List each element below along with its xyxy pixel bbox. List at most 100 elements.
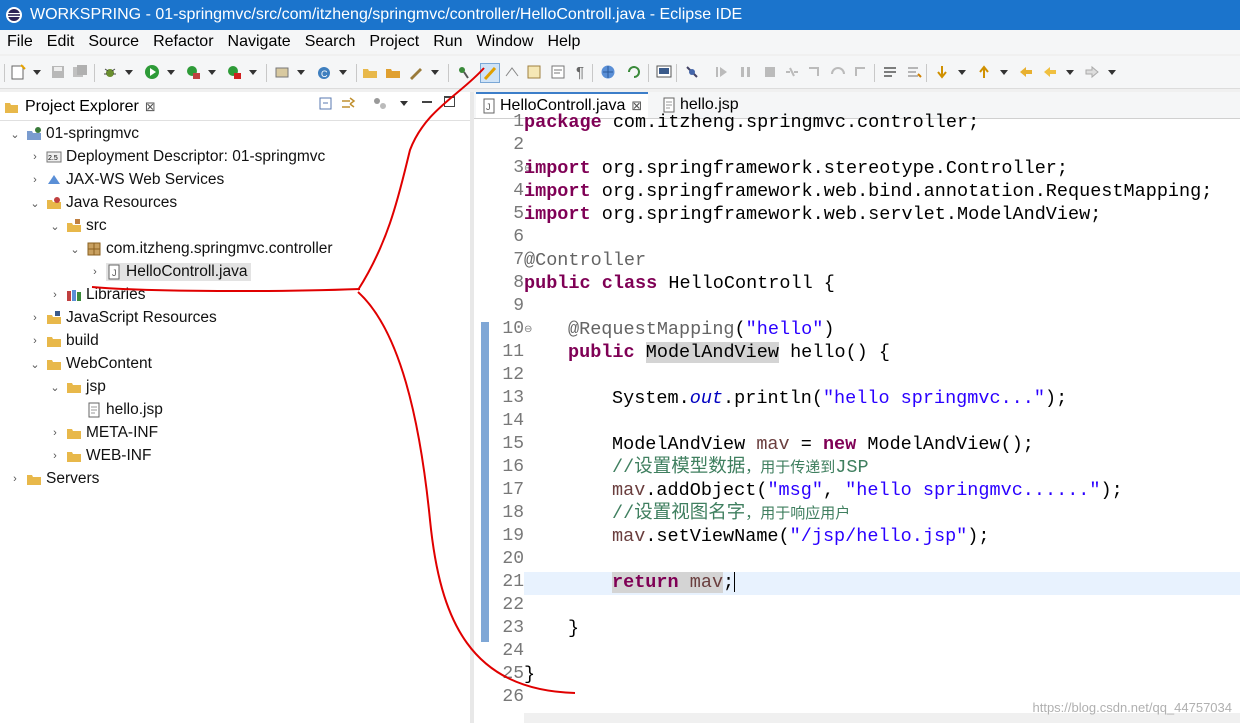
previous-annotation-icon[interactable] xyxy=(976,64,992,80)
code-line-7: @Controller xyxy=(524,250,647,271)
console-icon[interactable] xyxy=(656,64,672,80)
new-java-class-icon[interactable]: C xyxy=(316,64,332,80)
tree-item-jsp-folder[interactable]: ⌄ jsp xyxy=(48,376,105,398)
external-tools-dropdown-icon[interactable] xyxy=(249,70,257,75)
expand-toggle-icon[interactable]: › xyxy=(48,289,62,301)
run-server-icon[interactable] xyxy=(185,64,201,80)
back-dropdown-icon[interactable] xyxy=(1066,70,1074,75)
new-server-dropdown-icon[interactable] xyxy=(297,70,305,75)
new-server-icon[interactable] xyxy=(274,64,290,80)
save-icon[interactable] xyxy=(50,64,66,80)
open-task-icon[interactable] xyxy=(408,64,424,80)
tree-item-package[interactable]: ⌄ com.itzheng.springmvc.controller xyxy=(68,238,332,260)
tree-item-build[interactable]: › build xyxy=(28,330,99,352)
filter-icon[interactable] xyxy=(372,96,388,112)
tree-item-src[interactable]: ⌄ src xyxy=(48,215,106,237)
fold-collapse-icon[interactable]: ⊖ xyxy=(524,318,532,341)
mark-occurrences-icon[interactable] xyxy=(480,63,500,83)
run-dropdown-icon[interactable] xyxy=(167,70,175,75)
line-number: 12 xyxy=(502,365,524,385)
web-browser-icon[interactable] xyxy=(600,64,616,80)
toggle-breadcrumb-icon[interactable] xyxy=(456,64,472,80)
word-wrap-icon[interactable] xyxy=(550,64,566,80)
expand-toggle-icon[interactable]: ⌄ xyxy=(68,243,82,256)
external-tools-icon[interactable] xyxy=(226,64,242,80)
task-dropdown-icon[interactable] xyxy=(431,70,439,75)
expand-toggle-icon[interactable]: › xyxy=(48,427,62,439)
new-dropdown-icon[interactable] xyxy=(33,70,41,75)
tree-item-java-resources[interactable]: ⌄ Java Resources xyxy=(28,192,177,214)
expand-toggle-icon[interactable]: › xyxy=(28,335,42,347)
menu-navigate[interactable]: Navigate xyxy=(228,33,291,51)
forward-icon[interactable] xyxy=(1084,64,1100,80)
tree-item-hello-jsp[interactable]: hello.jsp xyxy=(86,399,163,421)
menu-help[interactable]: Help xyxy=(547,33,580,51)
menu-window[interactable]: Window xyxy=(477,33,534,51)
run-server-dropdown-icon[interactable] xyxy=(208,70,216,75)
menu-run[interactable]: Run xyxy=(433,33,462,51)
tree-item-hellocontroll-java[interactable]: › J HelloControll.java xyxy=(88,261,252,283)
minimize-icon[interactable] xyxy=(422,101,432,103)
show-whitespace-icon[interactable] xyxy=(504,64,520,80)
expand-toggle-icon[interactable]: › xyxy=(48,450,62,462)
menu-file[interactable]: File xyxy=(7,33,33,51)
expand-toggle-icon[interactable]: ⌄ xyxy=(28,358,42,371)
tree-item-web-inf[interactable]: › WEB-INF xyxy=(48,445,151,467)
close-icon[interactable]: ⊠ xyxy=(145,99,156,115)
menu-project[interactable]: Project xyxy=(369,33,419,51)
new-class-dropdown-icon[interactable] xyxy=(339,70,347,75)
java-file-icon: J xyxy=(106,264,122,280)
code-line-11: public ModelAndView hello() { xyxy=(568,342,890,363)
web-services-icon xyxy=(46,172,62,188)
tree-item-libraries[interactable]: › Libraries xyxy=(48,284,145,306)
back-icon[interactable] xyxy=(1042,64,1058,80)
skip-breakpoints-icon[interactable] xyxy=(684,64,700,80)
menu-source[interactable]: Source xyxy=(88,33,139,51)
tree-item-javascript-resources[interactable]: › JavaScript Resources xyxy=(28,307,217,329)
tree-item-deployment-descriptor[interactable]: › 2.5 Deployment Descriptor: 01-springmv… xyxy=(28,146,325,168)
save-all-icon[interactable] xyxy=(72,64,88,80)
expand-toggle-icon[interactable]: › xyxy=(28,174,42,186)
open-type-icon[interactable] xyxy=(362,64,378,80)
pilcrow-icon[interactable]: ¶ xyxy=(572,64,588,81)
expand-toggle-icon[interactable]: ⌄ xyxy=(48,220,62,233)
maximize-icon[interactable] xyxy=(444,96,455,107)
next-annotation-dropdown-icon[interactable] xyxy=(958,70,966,75)
forward-dropdown-icon[interactable] xyxy=(1108,70,1116,75)
expand-toggle-icon[interactable]: › xyxy=(28,151,42,163)
refresh-icon[interactable] xyxy=(626,64,642,80)
tree-item-meta-inf[interactable]: › META-INF xyxy=(48,422,158,444)
open-folder-icon[interactable] xyxy=(385,64,401,80)
collapse-all-icon[interactable] xyxy=(318,96,334,112)
deployment-descriptor-icon: 2.5 xyxy=(46,149,62,165)
tree-item-jax-ws[interactable]: › JAX-WS Web Services xyxy=(28,169,224,191)
expand-toggle-icon[interactable]: ⌄ xyxy=(28,197,42,210)
tab-project-explorer[interactable]: Project Explorer ⊠ xyxy=(4,94,156,120)
tree-item-servers[interactable]: › Servers xyxy=(8,468,99,490)
disconnect-icon xyxy=(784,64,800,80)
next-annotation-icon[interactable] xyxy=(934,64,950,80)
tree-item-webcontent[interactable]: ⌄ WebContent xyxy=(28,353,152,375)
menu-edit[interactable]: Edit xyxy=(47,33,75,51)
expand-toggle-icon[interactable]: ⌄ xyxy=(48,381,62,394)
expand-toggle-icon[interactable]: › xyxy=(28,312,42,324)
view-menu-icon[interactable] xyxy=(400,101,408,106)
previous-annotation-dropdown-icon[interactable] xyxy=(1000,70,1008,75)
debug-icon[interactable] xyxy=(102,64,118,80)
block-selection-icon[interactable] xyxy=(526,64,542,80)
last-edit-location-icon[interactable] xyxy=(1018,64,1034,80)
run-icon[interactable] xyxy=(144,64,160,80)
use-step-filters-icon[interactable] xyxy=(882,64,898,80)
tree-item-project[interactable]: ⌄ 01-springmvc xyxy=(8,123,139,145)
link-with-editor-icon[interactable] xyxy=(340,96,356,112)
menu-search[interactable]: Search xyxy=(305,33,356,51)
debug-dropdown-icon[interactable] xyxy=(125,70,133,75)
toggle-ant-editor-icon[interactable] xyxy=(906,64,922,80)
expand-toggle-icon[interactable]: › xyxy=(88,266,102,278)
line-number: 16 xyxy=(502,457,524,477)
menu-refactor[interactable]: Refactor xyxy=(153,33,213,51)
new-icon[interactable] xyxy=(10,64,26,80)
expand-toggle-icon[interactable]: › xyxy=(8,473,22,485)
expand-toggle-icon[interactable]: ⌄ xyxy=(8,128,22,141)
folder-icon xyxy=(66,379,82,395)
